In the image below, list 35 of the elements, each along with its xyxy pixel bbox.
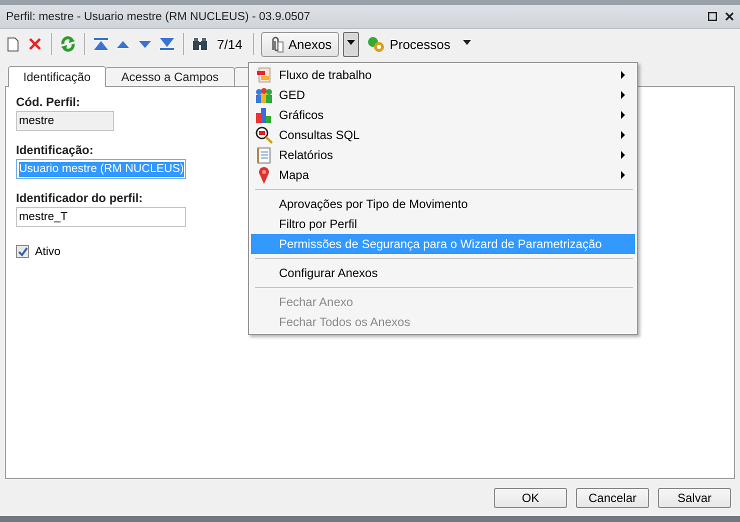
menu-item[interactable]: Mapa [251,165,635,185]
tab[interactable]: Identificação [8,66,106,87]
dialog-button[interactable]: Salvar [658,488,731,508]
dialog-button[interactable]: OK [494,488,567,508]
people-icon [255,87,273,103]
field-label: Cód. Perfil: [16,95,80,109]
menu-item[interactable]: Filtro por Perfil [251,214,635,234]
binoculars-icon[interactable] [191,35,209,53]
processes-button[interactable]: Processos [362,32,476,56]
attachments-dropdown-button[interactable] [342,32,359,56]
dialog-button[interactable]: Cancelar [576,488,649,508]
magnifier-icon [255,126,273,144]
menu-item[interactable]: Relatórios [251,145,635,165]
attachments-button[interactable]: Anexos [261,32,339,56]
menu-item[interactable]: Fluxo de trabalho [251,65,635,85]
refresh-icon[interactable] [59,35,77,53]
first-record-icon[interactable] [92,35,110,53]
menu-item[interactable]: Configurar Anexos [251,263,635,283]
window-title: Perfil: mestre - Usuario mestre (RM NUCLEUS) - 03.9.0507 [6,10,310,22]
restore-icon[interactable] [708,12,717,21]
close-icon[interactable] [725,12,734,21]
menu-item[interactable]: GED [251,85,635,105]
menu-item[interactable]: Gráficos [251,105,635,125]
record-counter: 7/14 [217,36,242,52]
menu-item[interactable]: Consultas SQL [251,125,635,145]
last-record-icon[interactable] [158,35,176,53]
menu-item[interactable]: Aprovações por Tipo de Movimento [251,194,635,214]
report-icon [256,146,272,164]
checkbox[interactable] [16,245,29,258]
checkbox-label: Ativo [35,246,61,258]
bar-chart-icon [255,107,273,123]
map-pin-icon [258,166,270,184]
field-label: Identificação: [16,143,94,157]
text-field[interactable]: mestre_T [16,207,186,227]
field-label: Identificador do perfil: [16,191,143,205]
